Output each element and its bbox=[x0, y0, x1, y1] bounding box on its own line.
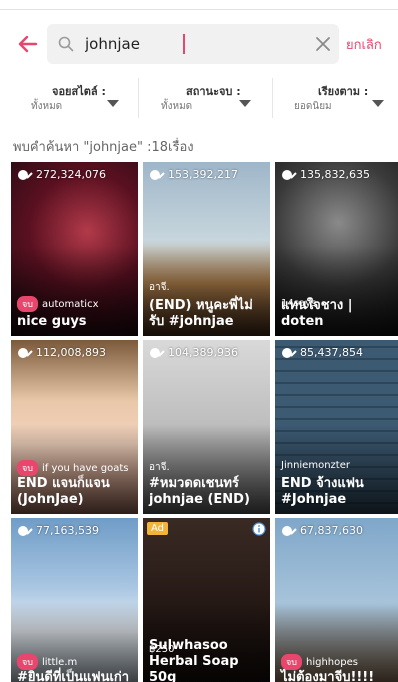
filter-genre[interactable]: จอยสไตล์ : ทั้งหมด bbox=[0, 78, 133, 122]
filter-label: สถานะจบ : bbox=[186, 85, 241, 98]
views-icon bbox=[282, 525, 297, 536]
author-name: อาจี. bbox=[149, 282, 170, 293]
filter-label: เรียงตาม : bbox=[318, 85, 369, 98]
view-count: 85,437,854 bbox=[281, 346, 363, 359]
filter-bar: จอยสไตล์ : ทั้งหมด สถานะจบ : ทั้งหมด เรี… bbox=[0, 78, 398, 122]
story-card[interactable]: 85,437,854 Jinniemonzter END จ้างแฟน #Jo… bbox=[275, 340, 398, 514]
story-card[interactable]: 67,837,630 จบ highhopes ไม่ต้องมาจีบ!!!! bbox=[275, 518, 398, 682]
author-name: little.m bbox=[42, 656, 78, 668]
search-icon bbox=[58, 36, 74, 52]
author-name: อาจี. bbox=[149, 462, 170, 473]
story-title: #หมวดดเชนทร์ johnjae (END) bbox=[149, 476, 250, 507]
filter-value: ทั้งหมด bbox=[161, 101, 193, 112]
views-icon bbox=[282, 169, 297, 180]
story-title: nice guys bbox=[17, 314, 87, 329]
story-title: END แจนก็แจน (JohnJae) bbox=[17, 476, 110, 507]
result-summary: พบคำค้นหา "johnjae" :18เรื่อง bbox=[13, 140, 194, 155]
story-title: END จ้างแฟน #Johnjae bbox=[281, 476, 364, 507]
view-count: 272,324,076 bbox=[17, 168, 106, 181]
story-card[interactable]: 104,389,936 อาจี. #หมวดดเชนทร์ johnjae (… bbox=[143, 340, 270, 514]
story-card[interactable]: 272,324,076 จบ automaticx nice guys bbox=[11, 162, 138, 336]
story-card[interactable]: 77,163,539 จบ little.m #ยินดีที่เป็นแฟนเ… bbox=[11, 518, 138, 682]
completed-badge: จบ bbox=[281, 654, 302, 670]
ad-card[interactable]: Ad ฿250 Sulwhasoo Herbal Soap 50g bbox=[143, 518, 270, 682]
chevron-down-icon bbox=[239, 100, 251, 107]
view-count: 104,389,936 bbox=[149, 346, 238, 359]
views-icon bbox=[18, 525, 33, 536]
views-icon bbox=[282, 347, 297, 358]
search-box[interactable] bbox=[47, 24, 339, 64]
cancel-button[interactable]: ยกเลิก bbox=[346, 34, 382, 55]
story-title: (END) หนูคะพี่ไม่รับ #johnjae bbox=[149, 298, 253, 329]
views-icon bbox=[18, 169, 33, 180]
info-icon[interactable] bbox=[252, 522, 266, 536]
author-name: highhopes bbox=[306, 656, 358, 668]
view-count: 67,837,630 bbox=[281, 524, 363, 537]
view-count: 135,832,635 bbox=[281, 168, 370, 181]
author-name: if you have goats bbox=[42, 462, 129, 474]
completed-badge: จบ bbox=[17, 654, 38, 670]
ad-title: Sulwhasoo Herbal Soap 50g bbox=[149, 638, 239, 682]
views-icon bbox=[150, 169, 165, 180]
completed-badge: จบ bbox=[17, 460, 38, 476]
back-arrow-icon[interactable] bbox=[14, 30, 42, 58]
filter-status[interactable]: สถานะจบ : ทั้งหมด bbox=[139, 78, 272, 122]
top-divider bbox=[0, 9, 398, 10]
ad-label: Ad bbox=[147, 522, 169, 535]
filter-value: ยอดนิยม bbox=[294, 101, 332, 112]
chevron-down-icon bbox=[107, 100, 119, 107]
story-card[interactable]: 112,008,893 จบ if you have goats END แจน… bbox=[11, 340, 138, 514]
filter-label: จอยสไตล์ : bbox=[52, 85, 106, 98]
results-grid: 272,324,076 จบ automaticx nice guys 153,… bbox=[0, 160, 398, 682]
author-name: automaticx bbox=[42, 298, 99, 310]
story-card[interactable]: 153,392,217 อาจี. (END) หนูคะพี่ไม่รับ #… bbox=[143, 162, 270, 336]
view-count: 153,392,217 bbox=[149, 168, 238, 181]
text-cursor bbox=[183, 34, 185, 54]
author-name: Jinniemonzter bbox=[281, 460, 350, 471]
search-bar-row: ยกเลิก bbox=[0, 22, 398, 66]
filter-value: ทั้งหมด bbox=[31, 101, 63, 112]
views-icon bbox=[150, 347, 165, 358]
completed-badge: จบ bbox=[17, 296, 38, 312]
search-input[interactable] bbox=[85, 32, 295, 56]
chevron-down-icon bbox=[372, 100, 384, 107]
story-title: แทนใจชาง | doten bbox=[281, 298, 353, 329]
story-title: ไม่ต้องมาจีบ!!!! bbox=[281, 670, 375, 682]
filter-sort[interactable]: เรียงตาม : ยอดนิยม bbox=[273, 78, 398, 122]
story-card[interactable]: 135,832,635 14says แทนใจชาง | doten bbox=[275, 162, 398, 336]
story-title: #ยินดีที่เป็นแฟนเก่า bbox=[17, 670, 130, 682]
views-icon bbox=[18, 347, 33, 358]
clear-icon[interactable] bbox=[313, 34, 333, 54]
view-count: 112,008,893 bbox=[17, 346, 106, 359]
view-count: 77,163,539 bbox=[17, 524, 99, 537]
